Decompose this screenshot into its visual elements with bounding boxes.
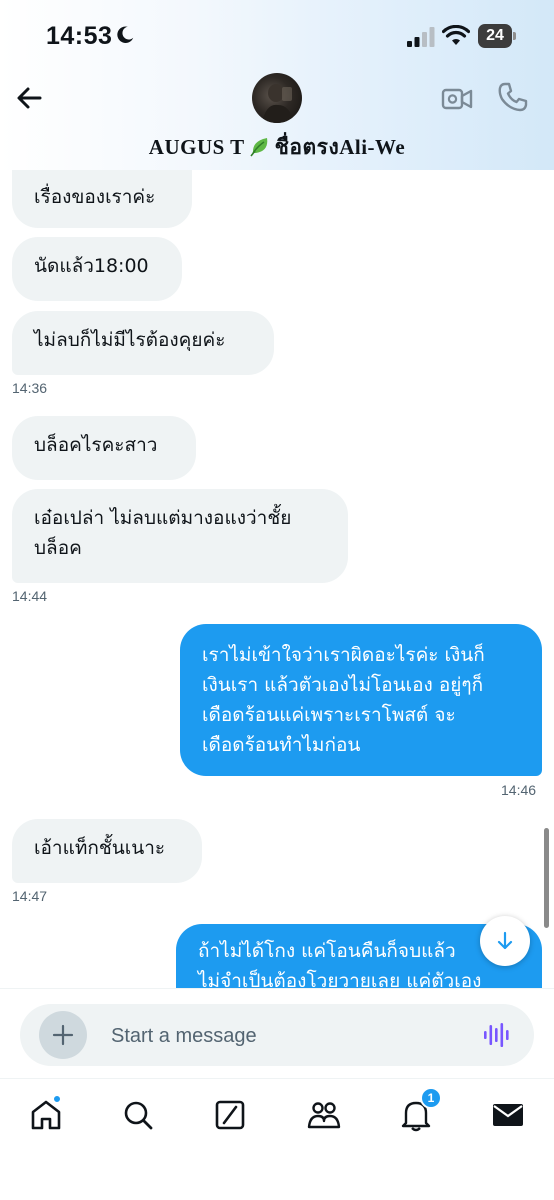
- message-bubble-incoming[interactable]: เอ้าแท็กชั้นเนาะ: [12, 819, 202, 883]
- message-list[interactable]: เรื่องของเราค่ะ นัดแล้ว18:00 ไม่ลบก็ไม่ม…: [0, 170, 554, 988]
- message-input[interactable]: [111, 1022, 461, 1050]
- avatar-photo: [262, 84, 294, 123]
- scrollbar-thumb[interactable]: [544, 828, 549, 928]
- message-timestamp: 14:44: [12, 588, 48, 604]
- message-timestamp: 14:36: [12, 380, 48, 396]
- leaf-emoji-icon: [250, 138, 267, 157]
- message-bubble-incoming[interactable]: บล็อคไรคะสาว: [12, 416, 196, 480]
- phone-call-icon[interactable]: [496, 80, 530, 114]
- add-media-button[interactable]: [39, 1011, 87, 1059]
- message-bubble-incoming[interactable]: ไม่ลบก็ไม่มีไรต้องคุยค่ะ: [12, 311, 274, 375]
- plus-icon: [52, 1024, 74, 1046]
- tab-grok[interactable]: [212, 1097, 248, 1133]
- tab-home[interactable]: [28, 1095, 64, 1133]
- tab-communities[interactable]: [306, 1097, 342, 1133]
- bottom-tab-bar: 1: [0, 1078, 554, 1200]
- back-arrow-icon[interactable]: [12, 80, 48, 116]
- battery-level: 24: [478, 24, 512, 48]
- message-bubble-incoming[interactable]: เอ๋อเปล่า ไม่ลบแต่มางอแงว่าชั้ย บล็อค: [12, 489, 348, 583]
- cellular-signal-icon: [407, 27, 435, 47]
- grok-icon: [215, 1100, 245, 1130]
- message-bubble-incoming[interactable]: เรื่องของเราค่ะ: [12, 170, 192, 228]
- battery-cap: [513, 32, 516, 40]
- communities-icon: [307, 1102, 341, 1129]
- search-icon: [124, 1101, 153, 1130]
- wifi-icon: [442, 25, 470, 45]
- message-timestamp: 14:46: [501, 782, 537, 798]
- message-bubble-incoming[interactable]: นัดแล้ว18:00: [12, 237, 182, 301]
- contact-name-suffix: ชื่อตรงAli-We: [274, 135, 406, 159]
- arrow-down-icon: [497, 931, 513, 950]
- tab-explore[interactable]: [120, 1097, 156, 1133]
- new-content-dot: [53, 1095, 61, 1103]
- tab-notifications[interactable]: 1: [398, 1087, 442, 1133]
- scroll-to-bottom-button[interactable]: [480, 916, 530, 966]
- contact-name-text: AUGUS T: [148, 135, 245, 159]
- composer-bar: [0, 988, 554, 1078]
- video-call-icon[interactable]: [440, 82, 474, 116]
- tab-messages[interactable]: [490, 1097, 526, 1133]
- voice-message-icon[interactable]: [482, 1020, 512, 1050]
- contact-name[interactable]: AUGUS T ชื่อตรงAli-We: [0, 131, 554, 164]
- message-timestamp: 14:47: [12, 888, 48, 904]
- message-composer: [20, 1004, 534, 1066]
- conversation-header: 14:53 24 AUGUS T ชื่อตรงAli-We: [0, 0, 554, 170]
- message-bubble-outgoing[interactable]: เราไม่เข้าใจว่าเราผิดอะไรค่ะ เงินก็ เงิน…: [180, 624, 542, 776]
- status-bar: 14:53 24: [0, 0, 554, 74]
- status-time: 14:53: [46, 22, 113, 50]
- battery-indicator: 24: [478, 24, 516, 48]
- envelope-icon: [493, 1104, 523, 1126]
- notifications-badge: 1: [420, 1087, 442, 1109]
- moon-icon: [117, 26, 134, 43]
- contact-avatar[interactable]: [252, 73, 302, 123]
